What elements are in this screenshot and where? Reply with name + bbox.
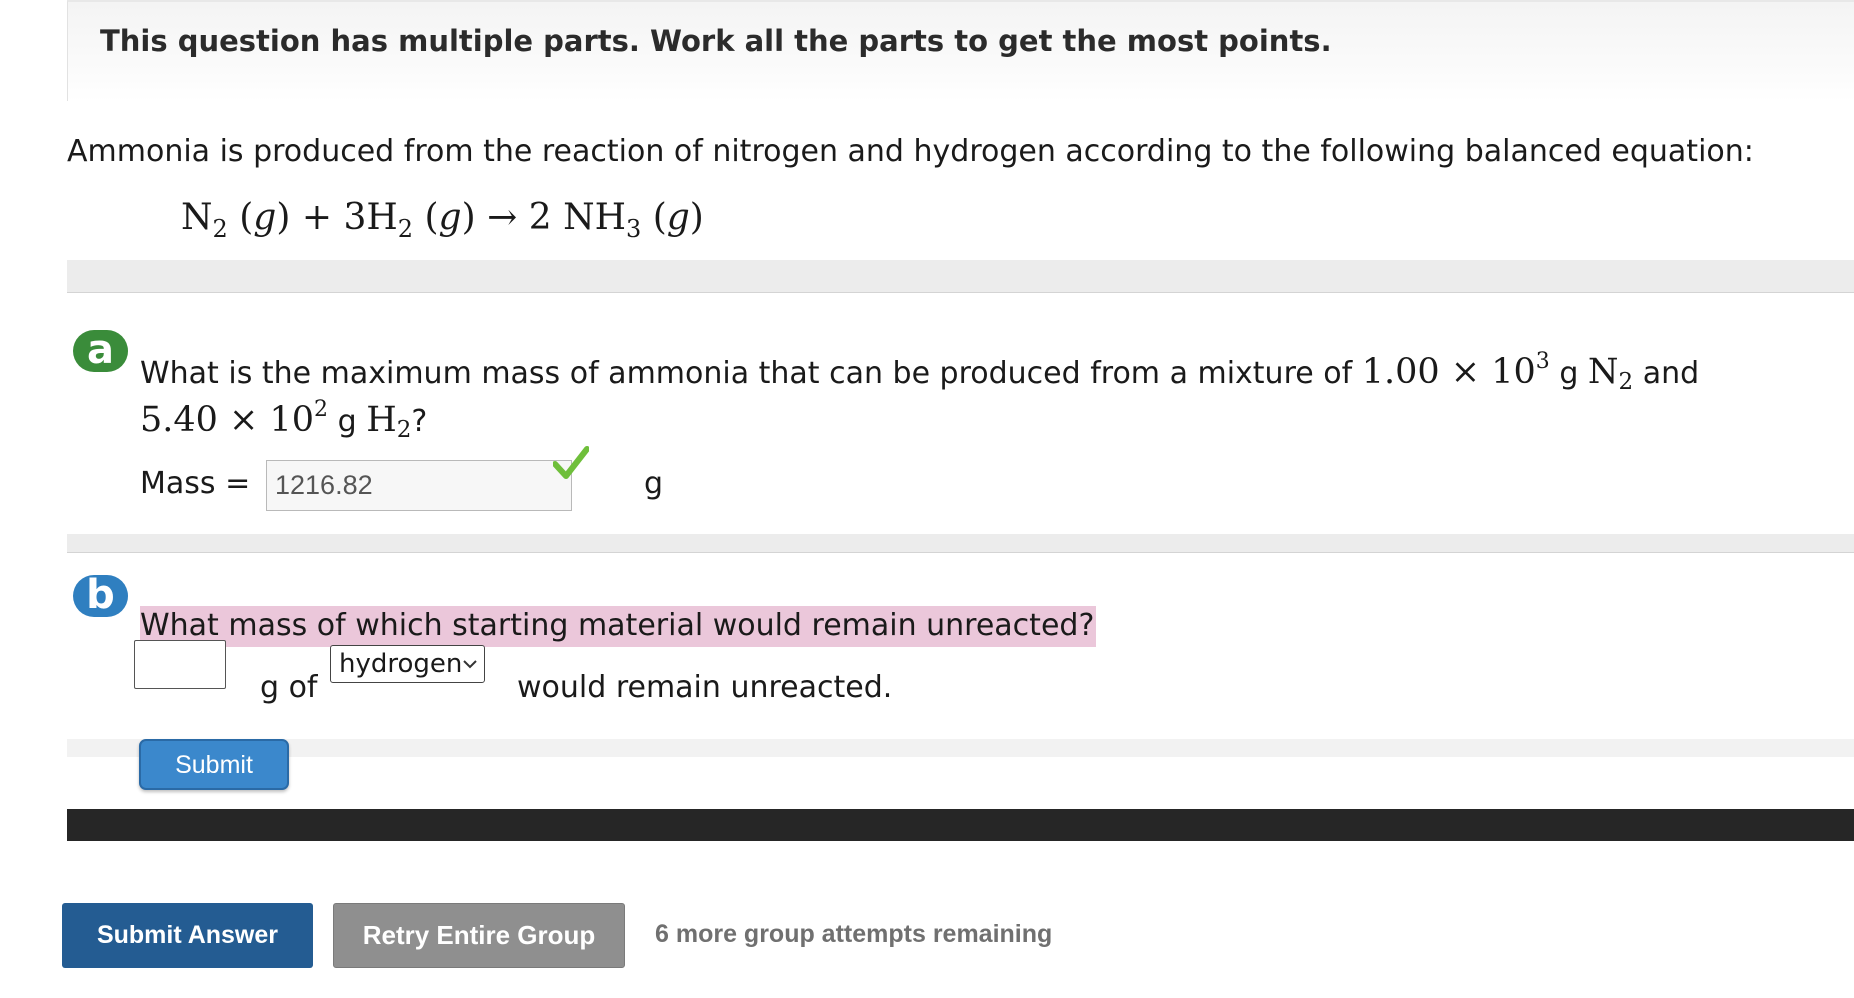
part-a-badge: a (73, 330, 128, 372)
unreacted-suffix: would remain unreacted. (517, 670, 893, 705)
eq-n-sub: 2 (212, 215, 228, 243)
section-divider (67, 260, 1854, 293)
instructions-text: This question has multiple parts. Work a… (100, 24, 1332, 58)
material-select[interactable]: hydrogen (330, 645, 485, 683)
part-a-question-line2: 5.40 × 102 g H2? (140, 397, 427, 443)
eq-nh: 2 NH (528, 197, 626, 238)
correct-check-icon (553, 446, 589, 479)
part-a-question-prefix: What is the maximum mass of ammonia that… (140, 356, 1353, 391)
eq-state-3: g (666, 197, 690, 238)
eq-h: 3H (343, 197, 398, 238)
eq-state-2: g (438, 197, 462, 238)
n2-exponent: 3 (1535, 349, 1550, 374)
section-divider (67, 739, 1854, 757)
eq-nh-sub: 3 (625, 215, 642, 243)
h2-exponent: 2 (314, 397, 329, 422)
part-submit-button[interactable]: Submit (139, 739, 289, 790)
unreacted-mass-input[interactable] (134, 640, 226, 689)
h2-formula-sub: 2 (396, 417, 412, 443)
eq-state-1: g (253, 197, 277, 238)
h2-unit: g (337, 404, 357, 439)
n2-mass: 1.00 × 10 (1361, 352, 1536, 392)
attempts-remaining: 6 more group attempts remaining (655, 920, 1053, 948)
eq-plus: + (301, 197, 332, 238)
submit-answer-button[interactable]: Submit Answer (62, 903, 313, 968)
h2-mass: 5.40 × 10 (140, 400, 315, 440)
part-b-badge: b (73, 575, 128, 617)
balanced-equation: N2 (g) + 3H2 (g) → 2 NH3 (g) (181, 197, 704, 243)
mass-answer-input[interactable]: 1216.82 (266, 460, 572, 511)
material-select-value: hydrogen (339, 649, 463, 679)
question-intro: Ammonia is produced from the reaction of… (67, 134, 1754, 169)
retry-group-button[interactable]: Retry Entire Group (333, 903, 625, 968)
h2-formula: H (366, 400, 397, 440)
part-a-question-line1: What is the maximum mass of ammonia that… (140, 349, 1699, 395)
g-of-label: g of (260, 670, 318, 705)
instructions-banner: This question has multiple parts. Work a… (67, 0, 1854, 101)
eq-arrow: → (487, 197, 518, 238)
section-divider (67, 534, 1854, 553)
conjunction-and: and (1642, 356, 1700, 391)
part-b-question: What mass of which starting material wou… (140, 606, 1097, 647)
eq-n: N (181, 197, 213, 238)
part-b-question-text: What mass of which starting material wou… (140, 606, 1097, 647)
mass-label: Mass = (140, 466, 251, 501)
eq-h-sub: 2 (397, 215, 414, 243)
footer-divider (67, 809, 1854, 841)
n2-formula: N (1587, 352, 1619, 392)
chevron-down-icon (463, 660, 477, 669)
question-mark: ? (411, 404, 428, 439)
n2-formula-sub: 2 (1618, 369, 1634, 395)
mass-unit: g (644, 466, 664, 501)
n2-unit: g (1559, 356, 1579, 391)
